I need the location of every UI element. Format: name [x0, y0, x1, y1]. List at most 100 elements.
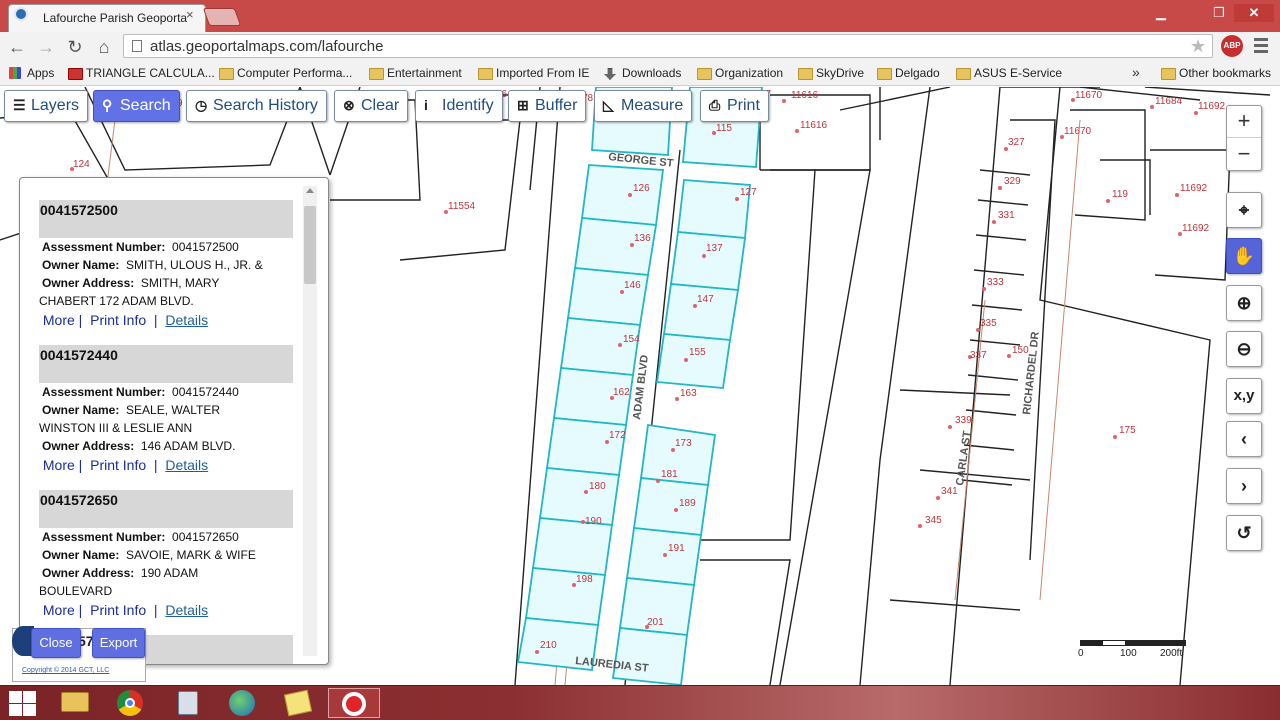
bookmark-computer-performance[interactable]: Computer Performa...	[219, 66, 352, 80]
locate-crosshair-icon[interactable]: ⌖	[1226, 192, 1262, 228]
parcel-label: 127	[740, 187, 757, 198]
bookmark-apps[interactable]: Apps	[9, 66, 54, 80]
search-results-panel: 0041572500 Assessment Number: 0041572500…	[19, 177, 329, 665]
parcel-label: 11616	[800, 120, 828, 131]
clear-button[interactable]: ⊗ Clear	[334, 90, 409, 122]
print-info-link[interactable]: Print Info	[90, 457, 146, 473]
tab-close-icon[interactable]: ×	[186, 7, 194, 22]
parcel-label: 11670	[1075, 90, 1103, 101]
globe-search-icon[interactable]	[222, 688, 262, 718]
bookmark-delgado[interactable]: Delgado	[877, 66, 940, 80]
result-id: 0041572440	[39, 345, 293, 383]
page-icon	[132, 40, 142, 52]
browser-tab[interactable]: Lafourche Parish Geoporta	[8, 4, 206, 32]
parcel-label: 11670	[1064, 126, 1092, 137]
buffer-button[interactable]: ⊞ Buffer	[508, 90, 587, 122]
export-button[interactable]: Export	[92, 628, 145, 658]
details-link[interactable]: Details	[165, 457, 208, 473]
search-button[interactable]: ⚲ Search	[93, 90, 180, 122]
selected-parcel	[662, 283, 740, 341]
parcel-label: 190	[585, 516, 602, 527]
bookmark-skydrive[interactable]: SkyDrive	[798, 66, 864, 80]
owner-name: SEALE, WALTER	[126, 403, 221, 417]
parcel-label: 172	[609, 430, 626, 441]
assessment-number: 0041572650	[172, 530, 239, 544]
forward-arrow-icon[interactable]: →	[35, 36, 57, 58]
print-info-link[interactable]: Print Info	[90, 602, 146, 618]
windows-start-icon[interactable]	[6, 688, 38, 718]
parcel-label: 189	[679, 498, 696, 509]
result-card: 0041572500 Assessment Number: 0041572500…	[39, 200, 293, 330]
scale-label: 200ft	[1160, 648, 1183, 659]
bookmarks-bar: Apps TRIANGLE CALCULA... Computer Perfor…	[0, 62, 1280, 86]
panel-scrollbar[interactable]	[303, 186, 317, 656]
calculator-icon[interactable]	[168, 688, 208, 718]
pan-hand-icon[interactable]: ✋	[1226, 238, 1262, 274]
zoom-out-box-icon[interactable]: ⊖	[1226, 331, 1262, 367]
parcel-label: 119	[1112, 189, 1128, 200]
bookmark-star-icon[interactable]: ★	[1190, 36, 1206, 57]
window-minimize-button[interactable]: ▁	[1148, 4, 1174, 22]
window-maximize-button[interactable]: ❐	[1206, 4, 1232, 22]
parcel-label: 147	[697, 294, 714, 305]
owner-address-continued: CHABERT 172 ADAM BLVD.	[39, 294, 194, 308]
parcel-label: 210	[540, 640, 557, 651]
more-link[interactable]: More	[43, 457, 75, 473]
parcel-label: 124	[73, 159, 90, 170]
bookmark-imported-from-ie[interactable]: Imported From IE	[478, 66, 589, 80]
measure-button[interactable]: ◺ Measure	[594, 90, 693, 122]
result-card: 0041572440 Assessment Number: 0041572440…	[39, 345, 293, 475]
bookmark-asus-e-service[interactable]: ASUS E-Service	[956, 66, 1062, 80]
close-button[interactable]: Close	[31, 628, 81, 658]
details-link[interactable]: Details	[165, 312, 208, 328]
home-icon[interactable]: ⌂	[93, 36, 115, 58]
print-info-link[interactable]: Print Info	[90, 312, 146, 328]
bookmark-triangle-calculator[interactable]: TRIANGLE CALCULA...	[68, 66, 215, 80]
scrollbar-thumb[interactable]	[304, 206, 316, 284]
details-link[interactable]: Details	[165, 602, 208, 618]
copyright-link[interactable]: Copyright © 2014 GCT, LLC	[22, 667, 109, 674]
more-bookmarks-chevron-icon[interactable]: »	[1132, 64, 1140, 80]
search-history-button[interactable]: ◷ Search History	[186, 90, 327, 122]
scroll-up-arrow-icon[interactable]	[306, 188, 314, 193]
layers-button[interactable]: ☰ Layers	[4, 90, 89, 122]
result-id: 0041572500	[39, 200, 293, 238]
clear-circle-icon: ⊗	[343, 97, 355, 113]
chrome-menu-icon[interactable]	[1254, 38, 1268, 54]
chrome-icon[interactable]	[110, 688, 150, 718]
sticky-notes-icon[interactable]	[278, 688, 318, 718]
more-link[interactable]: More	[43, 312, 75, 328]
xy-coordinates-button[interactable]: x,y	[1226, 378, 1262, 414]
bookmark-other-bookmarks[interactable]: Other bookmarks	[1161, 66, 1271, 80]
reload-icon[interactable]: ↻	[64, 36, 86, 58]
previous-extent-chevron-left-icon[interactable]: ‹	[1226, 421, 1262, 457]
globe-favicon-icon	[14, 7, 28, 21]
bookmark-entertainment[interactable]: Entertainment	[369, 66, 462, 80]
print-button[interactable]: ⎙ Print	[700, 90, 769, 122]
back-arrow-icon[interactable]: ←	[6, 36, 28, 58]
bookmark-organization[interactable]: Organization	[697, 66, 783, 80]
screen-recorder-icon[interactable]	[328, 688, 380, 718]
full-extent-reset-icon[interactable]: ↺	[1226, 515, 1262, 551]
file-explorer-icon[interactable]	[55, 688, 95, 718]
zoom-out-button[interactable]: −	[1227, 139, 1261, 171]
zoom-in-box-icon[interactable]: ⊕	[1226, 285, 1262, 321]
parcel-label: 339	[955, 415, 972, 426]
zoom-in-button[interactable]: +	[1227, 106, 1261, 138]
new-tab-button[interactable]	[202, 8, 242, 26]
printer-icon: ⎙	[709, 97, 721, 113]
bookmark-downloads[interactable]: Downloads	[604, 66, 681, 80]
more-link[interactable]: More	[43, 602, 75, 618]
selected-parcel	[655, 333, 732, 389]
selected-parcel	[639, 423, 717, 486]
identify-button[interactable]: i Identify	[415, 90, 503, 122]
selected-parcel	[580, 164, 665, 226]
address-bar[interactable]: atlas.geoportalmaps.com/lafourche	[123, 34, 1213, 58]
scale-label: 100	[1120, 648, 1137, 659]
next-extent-chevron-right-icon[interactable]: ›	[1226, 468, 1262, 504]
result-card: 0041572650 Assessment Number: 0041572650…	[39, 490, 293, 620]
selected-parcel	[573, 217, 658, 276]
window-close-button[interactable]: ✕	[1234, 4, 1274, 22]
adblock-plus-icon[interactable]: ABP	[1221, 35, 1243, 57]
search-icon: ⚲	[102, 97, 113, 113]
